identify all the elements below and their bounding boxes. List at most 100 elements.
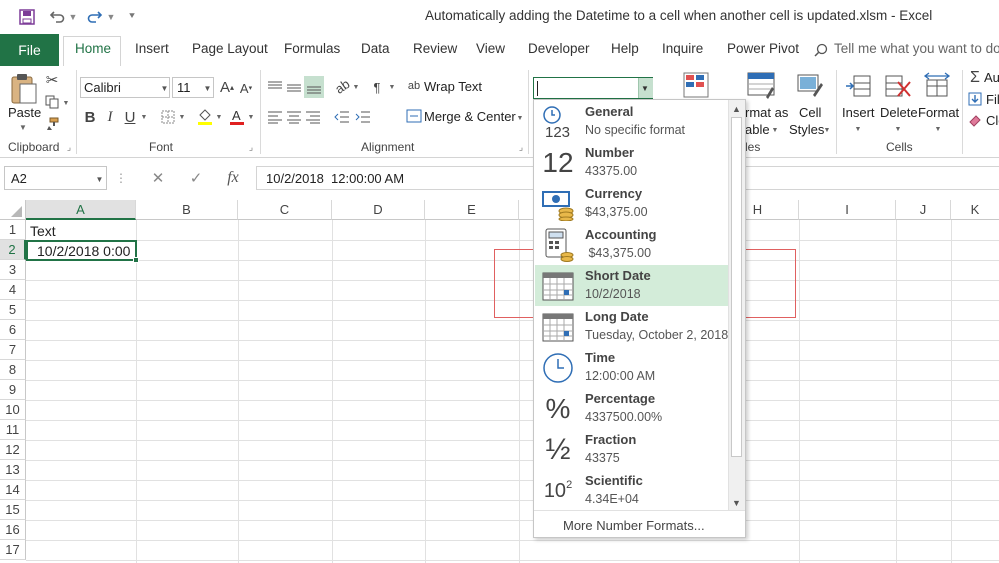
merge-center-icon[interactable] — [406, 108, 422, 124]
format-option-number[interactable]: 12 Number 43375.00 — [535, 142, 728, 183]
cell-styles-label-2[interactable]: Styles — [789, 122, 824, 137]
format-option-percentage[interactable]: % Percentage 4337500.00% — [535, 388, 728, 429]
insert-dropdown-icon[interactable]: ▼ — [854, 124, 862, 134]
align-top-icon[interactable] — [266, 78, 284, 96]
format-option-scientific[interactable]: 10 2 Scientific 4.34E+04 — [535, 470, 728, 511]
wrap-text-button[interactable]: Wrap Text — [424, 79, 482, 94]
row-header[interactable]: 4 — [0, 280, 26, 300]
scroll-up-icon[interactable]: ▲ — [730, 103, 743, 115]
column-header-k[interactable]: K — [951, 200, 999, 220]
redo-dropdown-icon[interactable]: ▼ — [106, 10, 116, 24]
row-header[interactable]: 5 — [0, 300, 26, 320]
fill-color-icon[interactable] — [196, 107, 214, 127]
font-launcher-icon[interactable]: ⌟ — [246, 142, 256, 152]
autosum-icon[interactable]: Σ — [967, 69, 983, 87]
tab-help[interactable]: Help — [611, 41, 639, 56]
redo-icon[interactable] — [86, 8, 104, 26]
tab-file[interactable]: File — [0, 34, 59, 66]
row-header[interactable]: 11 — [0, 420, 26, 440]
clear-button[interactable]: Cle — [986, 113, 999, 128]
merge-center-button[interactable]: Merge & Center — [424, 109, 516, 124]
tab-power-pivot[interactable]: Power Pivot — [727, 41, 799, 56]
paragraph-dropdown-icon[interactable]: ▼ — [388, 82, 396, 92]
format-dropdown-icon[interactable]: ▼ — [934, 124, 942, 134]
align-bottom-icon[interactable] — [304, 76, 324, 98]
paste-icon[interactable] — [7, 70, 41, 106]
borders-icon[interactable] — [160, 109, 176, 125]
undo-dropdown-icon[interactable]: ▼ — [68, 10, 78, 24]
bold-button[interactable]: B — [82, 108, 98, 126]
underline-dropdown-icon[interactable]: ▼ — [140, 112, 148, 122]
eraser-icon[interactable] — [967, 112, 983, 128]
font-size-select[interactable]: 11 ▼ — [172, 77, 214, 98]
formula-input[interactable]: 10/2/2018 12:00:00 AM — [266, 171, 404, 186]
paste-button[interactable]: Paste — [8, 105, 41, 120]
format-option-time[interactable]: Time 12:00:00 AM — [535, 347, 728, 388]
tab-home-label[interactable]: Home — [75, 41, 111, 56]
fill-button[interactable]: Fill — [986, 92, 999, 107]
number-format-combobox[interactable]: ▼ — [533, 77, 653, 99]
cell-styles-label-1[interactable]: Cell — [799, 105, 821, 120]
align-middle-icon[interactable] — [285, 78, 303, 96]
column-header-a[interactable]: A — [26, 200, 136, 220]
formula-bar-splitter-icon[interactable]: ⋮ — [115, 169, 127, 187]
row-header[interactable]: 17 — [0, 540, 26, 560]
conditional-formatting-icon[interactable] — [680, 70, 712, 100]
format-option-accounting[interactable]: Accounting $43,375.00 — [535, 224, 728, 265]
orientation-icon[interactable]: ab — [329, 73, 354, 98]
tab-inquire[interactable]: Inquire — [662, 41, 703, 56]
cell-styles-dropdown-icon[interactable]: ▼ — [823, 125, 831, 135]
underline-button[interactable]: U — [123, 108, 137, 126]
format-option-short-date[interactable]: Short Date 10/2/2018 — [535, 265, 728, 306]
save-icon[interactable] — [18, 8, 36, 26]
font-color-icon[interactable]: A — [228, 107, 246, 127]
row-header[interactable]: 6 — [0, 320, 26, 340]
align-center-icon[interactable] — [285, 108, 303, 126]
font-color-dropdown-icon[interactable]: ▼ — [247, 112, 255, 122]
delete-cells-button[interactable]: Delete — [880, 105, 918, 120]
tab-review[interactable]: Review — [413, 41, 457, 56]
format-painter-icon[interactable] — [44, 116, 60, 132]
worksheet-grid[interactable]: A B C D E H I J K 1 2 3 4 5 6 7 8 9 10 1… — [0, 200, 999, 563]
column-header-j[interactable]: J — [896, 200, 951, 220]
tab-insert[interactable]: Insert — [135, 41, 169, 56]
format-cells-button[interactable]: Format — [918, 105, 959, 120]
scrollbar-thumb[interactable] — [731, 117, 742, 457]
cell-styles-icon[interactable] — [793, 70, 827, 102]
format-as-table-label-2[interactable]: able — [745, 122, 770, 137]
wrap-text-icon[interactable]: ab — [406, 78, 422, 94]
increase-font-size-icon[interactable]: A ▴ — [218, 78, 236, 96]
customize-qat-icon[interactable]: ⯆ — [126, 8, 138, 24]
column-header-b[interactable]: B — [136, 200, 238, 220]
increase-indent-icon[interactable] — [354, 108, 372, 126]
format-option-general[interactable]: 123 General No specific format — [535, 101, 728, 142]
undo-icon[interactable] — [48, 8, 66, 26]
format-as-table-label-1[interactable]: rmat as — [745, 105, 788, 120]
row-header[interactable]: 9 — [0, 380, 26, 400]
format-cells-icon[interactable] — [921, 70, 953, 102]
decrease-font-size-icon[interactable]: A ▾ — [238, 80, 254, 96]
insert-function-icon[interactable]: fx — [222, 168, 244, 188]
paragraph-direction-icon[interactable]: ¶ — [368, 78, 386, 96]
merge-dropdown-icon[interactable]: ▼ — [516, 113, 524, 123]
tab-data[interactable]: Data — [361, 41, 390, 56]
row-header[interactable]: 10 — [0, 400, 26, 420]
row-header[interactable]: 3 — [0, 260, 26, 280]
column-header-d[interactable]: D — [332, 200, 425, 220]
row-header[interactable]: 15 — [0, 500, 26, 520]
row-header[interactable]: 7 — [0, 340, 26, 360]
cut-icon[interactable]: ✂ — [44, 72, 60, 89]
tab-formulas[interactable]: Formulas — [284, 41, 340, 56]
row-header[interactable]: 14 — [0, 480, 26, 500]
borders-dropdown-icon[interactable]: ▼ — [178, 112, 186, 122]
align-left-icon[interactable] — [266, 108, 284, 126]
name-box[interactable]: A2 ▼ — [4, 166, 107, 190]
insert-cells-icon[interactable] — [842, 70, 874, 102]
more-number-formats-link[interactable]: More Number Formats... — [563, 518, 705, 533]
row-header[interactable]: 1 — [0, 220, 26, 240]
align-right-icon[interactable] — [304, 108, 322, 126]
row-header-selected[interactable]: 2 — [0, 240, 26, 260]
column-header-c[interactable]: C — [238, 200, 332, 220]
format-option-currency[interactable]: Currency $43,375.00 — [535, 183, 728, 224]
clipboard-launcher-icon[interactable]: ⌟ — [64, 142, 74, 152]
